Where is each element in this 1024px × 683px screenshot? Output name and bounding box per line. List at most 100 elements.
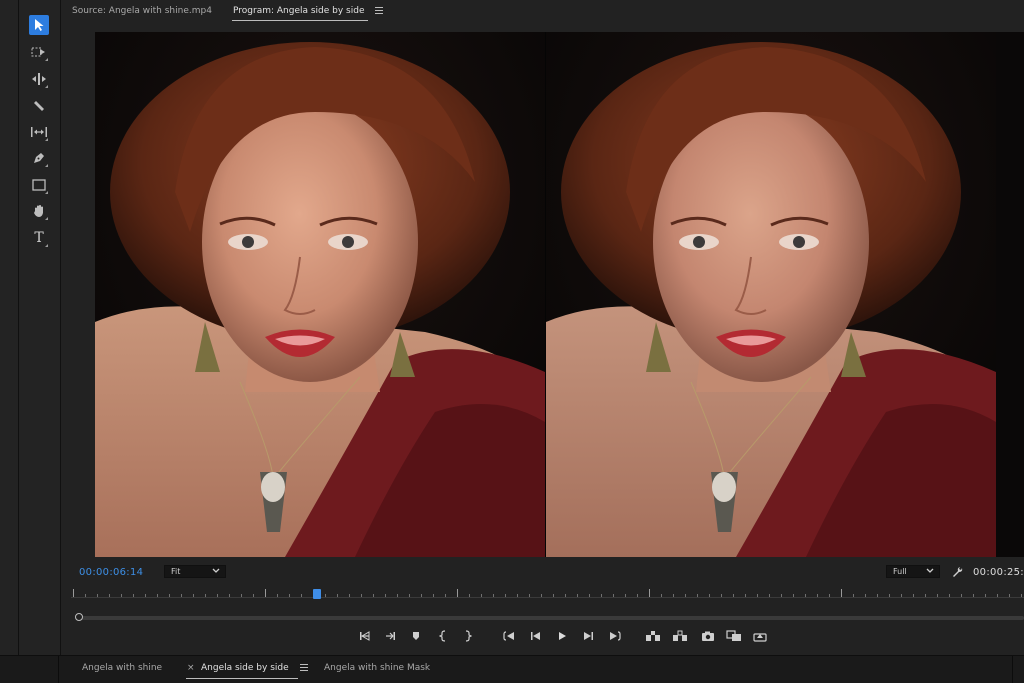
hand-tool-icon[interactable] bbox=[29, 201, 49, 221]
step-back-icon[interactable] bbox=[527, 628, 545, 644]
ruler-tick bbox=[709, 594, 710, 597]
track-select-tool-icon[interactable] bbox=[29, 42, 49, 62]
ruler-tick bbox=[613, 594, 614, 597]
comparison-view-icon[interactable] bbox=[725, 628, 743, 644]
tab-close-icon[interactable]: × bbox=[187, 663, 195, 673]
ruler-tick bbox=[757, 594, 758, 597]
time-ruler[interactable] bbox=[71, 586, 1024, 602]
lift-icon[interactable] bbox=[644, 628, 662, 644]
ruler-tick bbox=[469, 594, 470, 597]
active-tab-underline bbox=[186, 678, 298, 679]
ruler-tick bbox=[445, 594, 446, 597]
play-icon[interactable] bbox=[553, 628, 571, 644]
ruler-tick bbox=[865, 594, 866, 597]
ruler-tick bbox=[649, 589, 650, 597]
ruler-tick bbox=[1009, 594, 1010, 597]
ruler-tick bbox=[985, 594, 986, 597]
razor-tool-icon[interactable] bbox=[29, 96, 49, 116]
mark-out-icon[interactable] bbox=[381, 628, 399, 644]
go-to-in-icon[interactable] bbox=[501, 628, 519, 644]
ruler-tick bbox=[217, 594, 218, 597]
ruler-tick bbox=[997, 594, 998, 597]
ruler-tick bbox=[109, 594, 110, 597]
tab-angela-side-by-side[interactable]: Angela side by side bbox=[201, 663, 308, 673]
tab-angela-side-by-side-label: Angela side by side bbox=[201, 663, 289, 673]
panel-menu-icon[interactable] bbox=[375, 7, 384, 14]
ruler-baseline bbox=[71, 597, 1024, 598]
type-tool-glyph: T bbox=[34, 230, 44, 246]
rectangle-tool-icon[interactable] bbox=[29, 175, 49, 195]
ruler-tick bbox=[121, 594, 122, 597]
ruler-tick bbox=[193, 594, 194, 597]
zoom-level-dropdown[interactable]: Fit bbox=[164, 565, 226, 578]
ruler-tick bbox=[577, 594, 578, 597]
clear-in-icon[interactable] bbox=[434, 628, 452, 644]
go-to-out-icon[interactable] bbox=[605, 628, 623, 644]
ruler-tick bbox=[889, 594, 890, 597]
ruler-tick bbox=[961, 594, 962, 597]
ruler-tick bbox=[949, 594, 950, 597]
ruler-tick bbox=[853, 594, 854, 597]
video-right-half bbox=[546, 32, 996, 557]
ruler-tick bbox=[361, 594, 362, 597]
ruler-tick bbox=[325, 594, 326, 597]
playback-resolution-dropdown[interactable]: Full bbox=[886, 565, 940, 578]
add-marker-icon[interactable] bbox=[407, 628, 425, 644]
ruler-tick bbox=[673, 594, 674, 597]
ruler-tick bbox=[265, 589, 266, 597]
tab-program-monitor[interactable]: Program: Angela side by side bbox=[233, 6, 384, 16]
mark-in-icon[interactable] bbox=[356, 628, 374, 644]
ruler-tick bbox=[721, 594, 722, 597]
wrench-settings-icon[interactable] bbox=[951, 566, 963, 578]
ruler-tick bbox=[385, 594, 386, 597]
ruler-tick bbox=[505, 594, 506, 597]
ruler-tick bbox=[181, 594, 182, 597]
tab-angela-with-shine-mask[interactable]: Angela with shine Mask bbox=[324, 663, 430, 673]
ruler-tick bbox=[145, 594, 146, 597]
scrub-handle[interactable] bbox=[75, 613, 83, 621]
playhead-marker[interactable] bbox=[313, 589, 321, 599]
tab-angela-with-shine[interactable]: Angela with shine bbox=[82, 663, 162, 673]
ruler-tick bbox=[565, 594, 566, 597]
clear-out-icon[interactable] bbox=[459, 628, 477, 644]
program-monitor-panel: Source: Angela with shine.mp4 Program: A… bbox=[61, 0, 1024, 655]
scrub-bar[interactable] bbox=[75, 616, 1024, 620]
ruler-tick bbox=[517, 594, 518, 597]
tab-source-monitor[interactable]: Source: Angela with shine.mp4 bbox=[72, 6, 212, 16]
ruler-tick bbox=[409, 594, 410, 597]
ruler-tick bbox=[793, 594, 794, 597]
ruler-tick bbox=[529, 594, 530, 597]
ruler-tick bbox=[829, 594, 830, 597]
slip-tool-icon[interactable] bbox=[29, 122, 49, 142]
export-frame-icon[interactable] bbox=[699, 628, 717, 644]
ruler-tick bbox=[973, 594, 974, 597]
selection-tool-icon[interactable] bbox=[29, 15, 49, 35]
ruler-tick bbox=[73, 589, 74, 597]
pen-tool-icon[interactable] bbox=[29, 148, 49, 168]
ruler-tick bbox=[733, 594, 734, 597]
step-forward-icon[interactable] bbox=[579, 628, 597, 644]
type-tool-icon[interactable]: T bbox=[29, 228, 49, 248]
zoom-level-value: Fit bbox=[171, 567, 181, 576]
panel-menu-icon[interactable] bbox=[299, 664, 308, 671]
ruler-tick bbox=[253, 594, 254, 597]
ruler-tick bbox=[781, 594, 782, 597]
ruler-tick bbox=[289, 594, 290, 597]
ruler-tick bbox=[205, 594, 206, 597]
chevron-down-icon bbox=[212, 568, 220, 573]
program-video-frame[interactable] bbox=[95, 32, 1024, 557]
ruler-tick bbox=[937, 594, 938, 597]
current-timecode[interactable]: 00:00:06:14 bbox=[79, 567, 143, 578]
ruler-tick bbox=[877, 594, 878, 597]
ruler-tick bbox=[433, 594, 434, 597]
extract-icon[interactable] bbox=[671, 628, 689, 644]
proxy-toggle-icon[interactable] bbox=[751, 628, 769, 644]
ripple-edit-tool-icon[interactable] bbox=[29, 69, 49, 89]
ruler-tick bbox=[301, 594, 302, 597]
ruler-tick bbox=[925, 594, 926, 597]
ruler-tick bbox=[589, 594, 590, 597]
resolution-value: Full bbox=[893, 567, 907, 576]
ruler-tick bbox=[625, 594, 626, 597]
ruler-tick bbox=[97, 594, 98, 597]
ruler-tick bbox=[337, 594, 338, 597]
